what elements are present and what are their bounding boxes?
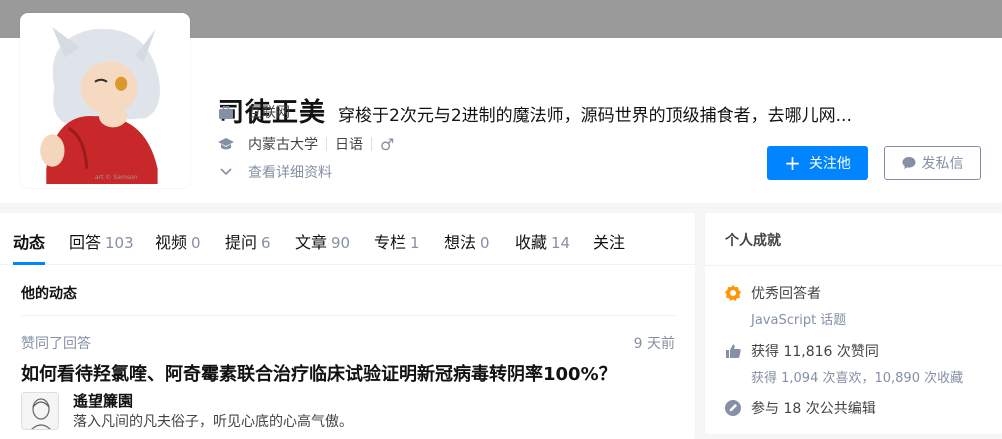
edit-text: 参与 18 次公共编辑 — [751, 401, 876, 417]
name-row: 司徒正美 穿梭于2次元与2进制的魔法师，源码世界的顶级捕食者，去哪儿网... — [218, 92, 852, 129]
user-avatar[interactable]: art © Samson — [20, 13, 190, 188]
school-text: 内蒙古大学 — [248, 137, 318, 153]
follow-button-label: 关注他 — [808, 156, 851, 172]
badge-icon — [725, 285, 741, 301]
follow-button[interactable]: + 关注他 — [767, 146, 868, 180]
info-industry: 互联网 — [218, 102, 290, 122]
achievements-card: 个人成就 优秀回答者 JavaScript 话题 获得 11,816 次赞同 获… — [705, 213, 1002, 434]
activity-action: 赞同了回答 — [21, 336, 91, 352]
answerer-name[interactable]: 遙望簾園 — [73, 390, 133, 411]
briefcase-icon — [218, 104, 234, 120]
tab-activity[interactable]: 动态 — [13, 229, 45, 253]
tab-articles[interactable]: 文章 90 — [295, 229, 350, 253]
industry-text: 互联网 — [248, 105, 290, 121]
info-detail[interactable]: 查看详细资料 — [218, 162, 332, 182]
answerer-avatar[interactable] — [21, 392, 59, 430]
tab-questions[interactable]: 提问 6 — [225, 229, 271, 253]
answerer-bio: 落入凡间的凡夫俗子，听见心底的心高气傲。 — [73, 414, 353, 430]
profile-header-card: art © Samson 司徒正美 穿梭于2次元与2进制的魔法师，源码世界的顶级… — [0, 13, 1002, 203]
svg-text:art © Samson: art © Samson — [95, 173, 138, 181]
major-text: 日语 — [335, 137, 363, 153]
tab-answers[interactable]: 回答 103 — [69, 229, 134, 253]
activity-time: 9 天前 — [633, 336, 675, 352]
edit-stat: 参与 18 次公共编辑 — [725, 398, 876, 418]
view-detail-link[interactable]: 查看详细资料 — [248, 162, 332, 182]
pencil-icon — [725, 400, 741, 416]
active-tab-indicator — [13, 262, 45, 265]
activity-card: 动态 回答 103 视频 0 提问 6 文章 90 专栏 1 想法 0 收藏 14 关注 他的… — [0, 213, 695, 439]
tab-videos[interactable]: 视频 0 — [155, 229, 201, 253]
separator — [326, 137, 327, 151]
divider — [705, 265, 1002, 266]
tab-thoughts[interactable]: 想法 0 — [444, 229, 490, 253]
info-education: 内蒙古大学 日语 ♂ — [218, 134, 394, 154]
excellent-label: 优秀回答者 — [751, 286, 821, 302]
section-title: 他的动态 — [21, 286, 77, 302]
excellent-topic-link[interactable]: JavaScript 话题 — [751, 309, 846, 328]
send-message-button[interactable]: 发私信 — [884, 146, 981, 180]
graduation-cap-icon — [218, 136, 234, 152]
chat-bubble-icon — [902, 157, 915, 169]
male-icon: ♂ — [380, 134, 395, 154]
profile-tabs: 动态 回答 103 视频 0 提问 6 文章 90 专栏 1 想法 0 收藏 14 关注 — [0, 213, 695, 265]
thumbs-up-icon — [725, 343, 741, 359]
divider — [21, 315, 676, 316]
separator — [371, 137, 372, 151]
plus-icon: + — [784, 151, 801, 175]
achievements-title: 个人成就 — [725, 233, 781, 249]
upvote-text: 获得 11,816 次赞同 — [751, 344, 879, 360]
upvote-stat: 获得 11,816 次赞同 — [725, 341, 879, 361]
question-title-link[interactable]: 如何看待羟氯喹、阿奇霉素联合治疗临床试验证明新冠病毒转阴率100%？ — [21, 360, 617, 386]
tab-following[interactable]: 关注 — [593, 229, 625, 253]
tab-collections[interactable]: 收藏 14 — [515, 229, 570, 253]
send-message-label: 发私信 — [921, 156, 964, 172]
chevron-down-icon — [218, 164, 234, 180]
likes-collects-text: 获得 1,094 次喜欢，10,890 次收藏 — [751, 371, 964, 386]
tab-columns[interactable]: 专栏 1 — [374, 229, 420, 253]
user-headline: 穿梭于2次元与2进制的魔法师，源码世界的顶级捕食者，去哪儿网... — [338, 106, 852, 126]
excellent-answerer: 优秀回答者 — [725, 283, 821, 303]
